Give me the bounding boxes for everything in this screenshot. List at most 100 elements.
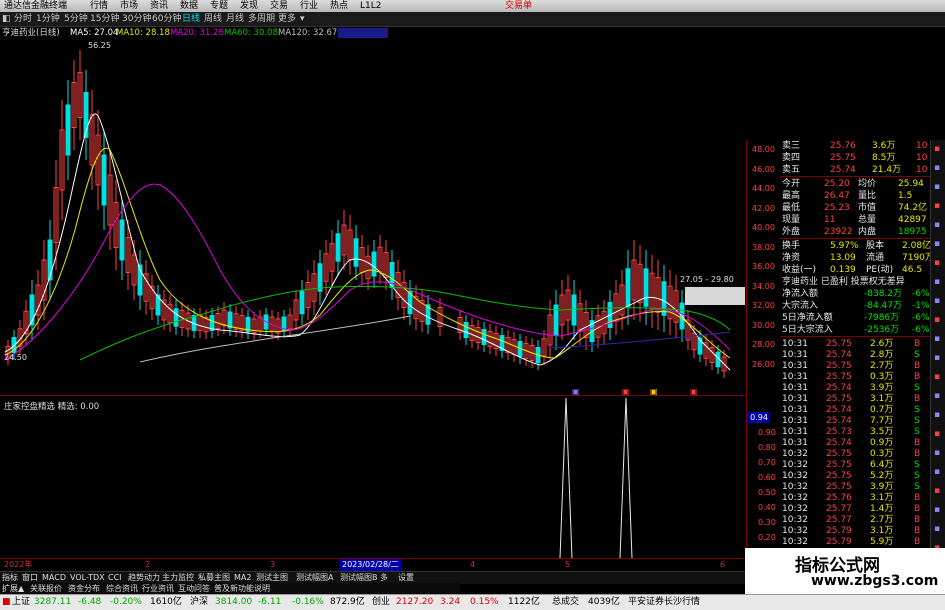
sz-label[interactable]: 沪深: [190, 595, 208, 610]
quote-key: 净资: [782, 253, 801, 263]
sh-amount: 1610亿: [150, 597, 182, 607]
period-2[interactable]: 1分钟: [36, 12, 60, 26]
candles-group: [5, 50, 727, 378]
side-tool-icon[interactable]: ▪: [934, 505, 940, 515]
candle-down: [101, 154, 107, 206]
side-tool-icon[interactable]: ▪: [934, 486, 940, 496]
event-marker-4[interactable]: ▣: [690, 387, 698, 395]
order-label: 卖四: [782, 153, 801, 163]
nav-trade[interactable]: 交易: [270, 0, 288, 12]
sh-label[interactable]: 上证: [12, 595, 30, 610]
side-tool-icon[interactable]: ▪: [934, 353, 940, 363]
ma-indicator-bar: 亨迪药业(日线) MA5: 27.04 MA10: 28.18 MA20: 31…: [0, 27, 746, 39]
event-marker-1[interactable]: ▣: [572, 387, 580, 395]
info-tab[interactable]: 关联报价: [30, 583, 62, 594]
quote-value: 0.139: [830, 265, 856, 275]
period-multi[interactable]: 多周期: [248, 12, 275, 26]
quote-key: 总量: [858, 215, 877, 225]
status-bar: ■ 上证 3287.11 -6.48 -0.20% 1610亿 沪深 3814.…: [0, 594, 945, 610]
quote-panel: 卖三 25.76 3.6万 10 卖四 25.75 8.5万 10 卖五 25.74 21.4万 10…: [780, 140, 934, 560]
candle-down: [335, 233, 341, 262]
side-tool-icon[interactable]: ▪: [934, 391, 940, 401]
nav-discover[interactable]: 发现: [240, 0, 258, 12]
candlestick-chart[interactable]: 56.25 24.50 27.05 - 29.80 ▣ ▣ ▣ ▣: [0, 40, 746, 395]
order-price: 25.74: [830, 165, 856, 175]
side-tool-icon[interactable]: ▪: [934, 315, 940, 325]
period-4[interactable]: 15分钟: [90, 12, 119, 26]
side-tool-icon[interactable]: ▪: [934, 201, 940, 211]
info-tab[interactable]: 扩展▲: [2, 583, 24, 594]
info-tab[interactable]: 资金分布: [68, 583, 100, 594]
cy-label[interactable]: 创业: [372, 595, 390, 610]
menu-icon[interactable]: ◧: [2, 12, 11, 26]
price-tick: 42.00: [752, 203, 775, 213]
flow-value: -84.47万: [864, 301, 903, 311]
side-tool-icon[interactable]: ▪: [934, 144, 940, 154]
period-6[interactable]: 60分钟: [152, 12, 181, 26]
nav-news[interactable]: 资讯: [150, 0, 168, 12]
sub-tick: 0.80: [758, 443, 776, 452]
side-tool-icon[interactable]: ▪: [934, 429, 940, 439]
info-tab[interactable]: 综合资讯: [106, 583, 138, 594]
period-weekly[interactable]: 周线: [204, 12, 222, 26]
quote-key: 最高: [782, 191, 801, 201]
nav-topic[interactable]: 专题: [210, 0, 228, 12]
quote-key: PE(动): [866, 265, 894, 275]
sub-tick: 0.30: [758, 518, 776, 527]
event-marker-3[interactable]: ▣: [650, 387, 658, 395]
side-tool-icon[interactable]: ▪: [934, 163, 940, 173]
info-tab[interactable]: 行业资讯: [142, 583, 174, 594]
side-tool-icon[interactable]: ▪: [934, 182, 940, 192]
candle-down: [463, 322, 469, 338]
period-3[interactable]: 5分钟: [64, 12, 88, 26]
candle-down: [47, 239, 53, 281]
period-1[interactable]: 分时: [14, 12, 32, 26]
side-tool-icon[interactable]: ▪: [934, 410, 940, 420]
sub-tick: 0.20: [758, 533, 776, 542]
side-tool-icon[interactable]: ▪: [934, 334, 940, 344]
nav-market[interactable]: 市场: [120, 0, 138, 12]
period-monthly[interactable]: 月线: [226, 12, 244, 26]
side-tool-icon[interactable]: ▪: [934, 448, 940, 458]
side-tool-icon[interactable]: ▪: [934, 296, 940, 306]
sh-icon: ■: [2, 597, 11, 607]
trade-link[interactable]: 交易单: [505, 0, 532, 12]
side-tool-icon[interactable]: ▪: [934, 277, 940, 287]
order-volume: 8.5万: [872, 153, 896, 163]
nav-hot[interactable]: 热点: [330, 0, 348, 12]
sh-value: 3287.11: [34, 597, 72, 607]
period-more[interactable]: 更多: [278, 12, 296, 26]
sub-tick: 0.60: [758, 473, 776, 482]
nav-industry[interactable]: 行业: [300, 0, 318, 12]
quote-value: 5.97%: [830, 241, 859, 251]
nav-hangqing[interactable]: 行情: [90, 0, 108, 12]
nav-data[interactable]: 数据: [180, 0, 198, 12]
company-info[interactable]: 亨迪药业 已盈利 投票权无差异: [782, 276, 905, 288]
side-tool-icon[interactable]: ▪: [934, 524, 940, 534]
side-tool-icon[interactable]: ▪: [934, 220, 940, 230]
period-5[interactable]: 30分钟: [122, 12, 151, 26]
time-selected: 2023/02/28/二: [340, 559, 401, 571]
info-tab[interactable]: 普及新功能说明: [214, 583, 270, 594]
sz-value: 3814.00: [215, 597, 253, 607]
trading-terminal: 通达信金融终端 交易单 ◧ 分时 1分钟 5分钟 15分钟 30分钟 60分钟 …: [0, 0, 945, 610]
stock-label[interactable]: 亨迪药业(日线): [2, 27, 60, 39]
sub-value-box: 0.94: [748, 412, 770, 423]
side-tool-icon[interactable]: ▪: [934, 258, 940, 268]
side-toolbar[interactable]: ▪▪▪▪▪▪▪▪▪▪▪▪▪▪▪▪▪▪▪▪▪▪: [930, 140, 945, 590]
ma10-value: MA10: 28.18: [116, 28, 170, 38]
period-daily[interactable]: 日线: [182, 12, 200, 26]
side-tool-icon[interactable]: ▪: [934, 372, 940, 382]
event-marker-2[interactable]: ▣: [622, 387, 630, 395]
sub-tick: 0.40: [758, 503, 776, 512]
more-arrow-icon[interactable]: ▾: [300, 12, 305, 26]
flow-label: 5日大宗流入: [782, 325, 833, 335]
price-tick: 46.00: [752, 164, 775, 174]
nav-l1l2[interactable]: L1L2: [360, 0, 381, 12]
side-tool-icon[interactable]: ▪: [934, 239, 940, 249]
sub-indicator-chart[interactable]: [0, 398, 746, 558]
info-tab[interactable]: 互动问答: [178, 583, 210, 594]
side-tool-icon[interactable]: ▪: [934, 467, 940, 477]
candle-down: [299, 290, 305, 315]
broker-label[interactable]: 平安证券长沙行情: [628, 595, 700, 610]
